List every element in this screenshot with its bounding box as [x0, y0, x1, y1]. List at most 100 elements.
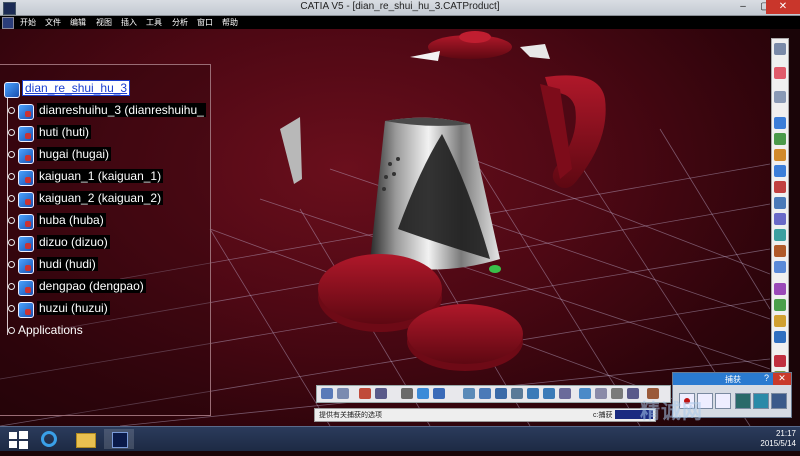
status-bar: 提供有关捕获的选项 c:捕获 [314, 408, 656, 422]
capture-options-icon[interactable] [753, 393, 769, 409]
title-bar: CATIA V5 - [dian_re_shui_hu_3.CATProduct… [0, 0, 800, 16]
generate-numbering-icon[interactable] [774, 213, 786, 225]
new-product-icon[interactable] [774, 133, 786, 145]
toolbar-handle-icon[interactable] [774, 43, 786, 55]
macro-icon[interactable] [337, 388, 349, 399]
tree-item-label[interactable]: dizuo (dizuo) [37, 235, 110, 249]
kettle-lid [410, 31, 550, 61]
rotate-icon[interactable] [511, 388, 523, 399]
tree-item-label[interactable]: hugai (hugai) [37, 147, 112, 161]
menu-analysis[interactable]: 分析 [172, 17, 188, 28]
table-icon[interactable] [401, 388, 413, 399]
tree-root-label[interactable]: dian_re_shui_hu_3 [21, 80, 131, 96]
internet-explorer-icon[interactable] [34, 429, 64, 449]
graph-tree-icon[interactable] [774, 197, 786, 209]
sketch-icon[interactable] [774, 91, 786, 103]
fit-all-icon[interactable] [479, 388, 491, 399]
menu-file[interactable]: 文件 [45, 17, 61, 28]
part-icon [18, 104, 34, 120]
tree-item-label[interactable]: Applications [16, 323, 85, 337]
start-windows-icon[interactable] [4, 429, 34, 449]
capture-close-button[interactable]: ✕ [773, 373, 791, 385]
normal-view-icon[interactable] [559, 388, 571, 399]
tree-item-label[interactable]: dianreshuihu_3 (dianreshuihu_ [37, 103, 206, 117]
reference-icon[interactable] [433, 388, 445, 399]
part-icon [18, 170, 34, 186]
hide-show-icon[interactable] [611, 388, 623, 399]
capture-help-button[interactable]: ? [764, 373, 769, 383]
iso-view-icon[interactable] [579, 388, 591, 399]
taskbar: 21:17 2015/5/14 [0, 426, 800, 451]
menu-help[interactable]: 帮助 [222, 17, 238, 28]
swap-space-icon[interactable] [627, 388, 639, 399]
tree-bullet-icon [8, 327, 15, 334]
tree-item-label[interactable]: kaiguan_2 (kaiguan_2) [37, 191, 164, 205]
pan-icon[interactable] [495, 388, 507, 399]
minimize-button[interactable]: – [732, 0, 754, 14]
tree-item-label[interactable]: hudi (hudi) [37, 257, 98, 271]
zoom-out-icon[interactable] [543, 388, 555, 399]
select-icon[interactable] [774, 67, 786, 79]
tree-item-label[interactable]: dengpao (dengpao) [37, 279, 146, 293]
menu-view[interactable]: 视图 [96, 17, 112, 28]
capture-settings-icon[interactable] [771, 393, 787, 409]
filter-icon[interactable] [417, 388, 429, 399]
tree-item-label[interactable]: kaiguan_1 (kaiguan_1) [37, 169, 164, 183]
menu-edit[interactable]: 编辑 [70, 17, 86, 28]
explode-icon[interactable] [774, 261, 786, 273]
new-part-icon[interactable] [774, 149, 786, 161]
window-title: CATIA V5 - [dian_re_shui_hu_3.CATProduct… [300, 1, 500, 12]
right-toolbar [771, 38, 789, 400]
indicator-light [489, 265, 501, 273]
part-icon [18, 302, 34, 318]
view-toolbar [316, 385, 671, 403]
file-explorer-icon[interactable] [70, 429, 100, 449]
catia-taskbar-icon[interactable] [104, 429, 134, 449]
angle-constraint-icon[interactable] [774, 331, 786, 343]
fix-component-icon[interactable] [774, 355, 786, 367]
part-icon [18, 214, 34, 230]
shading-icon[interactable] [595, 388, 607, 399]
part-icon [18, 126, 34, 142]
tree-item-label[interactable]: huzui (huzui) [37, 301, 110, 315]
tree-connector [7, 87, 8, 335]
zoom-in-icon[interactable] [527, 388, 539, 399]
kettle-spout [280, 117, 302, 184]
menu-tools[interactable]: 工具 [146, 17, 162, 28]
kettle-body [370, 117, 500, 270]
specification-tree: dian_re_shui_hu_3 dianreshuihu_3 (dianre… [0, 64, 211, 416]
part-icon [18, 148, 34, 164]
capture-title-bar[interactable]: 捕获 ? ✕ [673, 373, 791, 385]
measure-icon[interactable] [375, 388, 387, 399]
tree-bullet-icon [8, 129, 15, 136]
part-icon [18, 258, 34, 274]
menu-window[interactable]: 窗口 [197, 17, 213, 28]
image-album-icon[interactable] [735, 393, 751, 409]
tree-bullet-icon [8, 173, 15, 180]
offset-constraint-icon[interactable] [774, 315, 786, 327]
existing-component-icon[interactable] [774, 165, 786, 177]
tree-item-label[interactable]: huba (huba) [37, 213, 106, 227]
fly-mode-icon[interactable] [463, 388, 475, 399]
manipulate-icon[interactable] [774, 229, 786, 241]
catia-menu-icon[interactable] [2, 17, 14, 29]
tree-bullet-icon [8, 195, 15, 202]
menu-start[interactable]: 开始 [20, 17, 36, 28]
part-icon [18, 236, 34, 252]
close-button[interactable]: ✕ [766, 0, 800, 14]
capture-window-icon[interactable] [715, 393, 731, 409]
menu-insert[interactable]: 插入 [121, 17, 137, 28]
catalog-icon[interactable] [321, 388, 333, 399]
3d-viewport[interactable]: dian_re_shui_hu_3 dianreshuihu_3 (dianre… [0, 29, 770, 426]
contact-constraint-icon[interactable] [774, 299, 786, 311]
system-clock[interactable]: 21:17 2015/5/14 [752, 429, 796, 449]
new-component-icon[interactable] [774, 117, 786, 129]
tree-bullet-icon [8, 305, 15, 312]
tree-item-label[interactable]: huti (huti) [37, 125, 92, 139]
part-icon [18, 192, 34, 208]
coincidence-constraint-icon[interactable] [774, 283, 786, 295]
snap-icon[interactable] [774, 245, 786, 257]
tree-bullet-icon [8, 107, 15, 114]
knowledge-icon[interactable] [359, 388, 371, 399]
replace-component-icon[interactable] [774, 181, 786, 193]
